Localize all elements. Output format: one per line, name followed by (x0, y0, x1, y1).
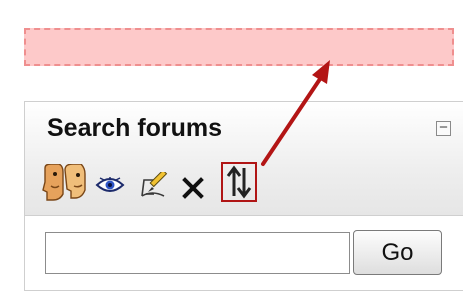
annotation-arrow (261, 60, 330, 166)
